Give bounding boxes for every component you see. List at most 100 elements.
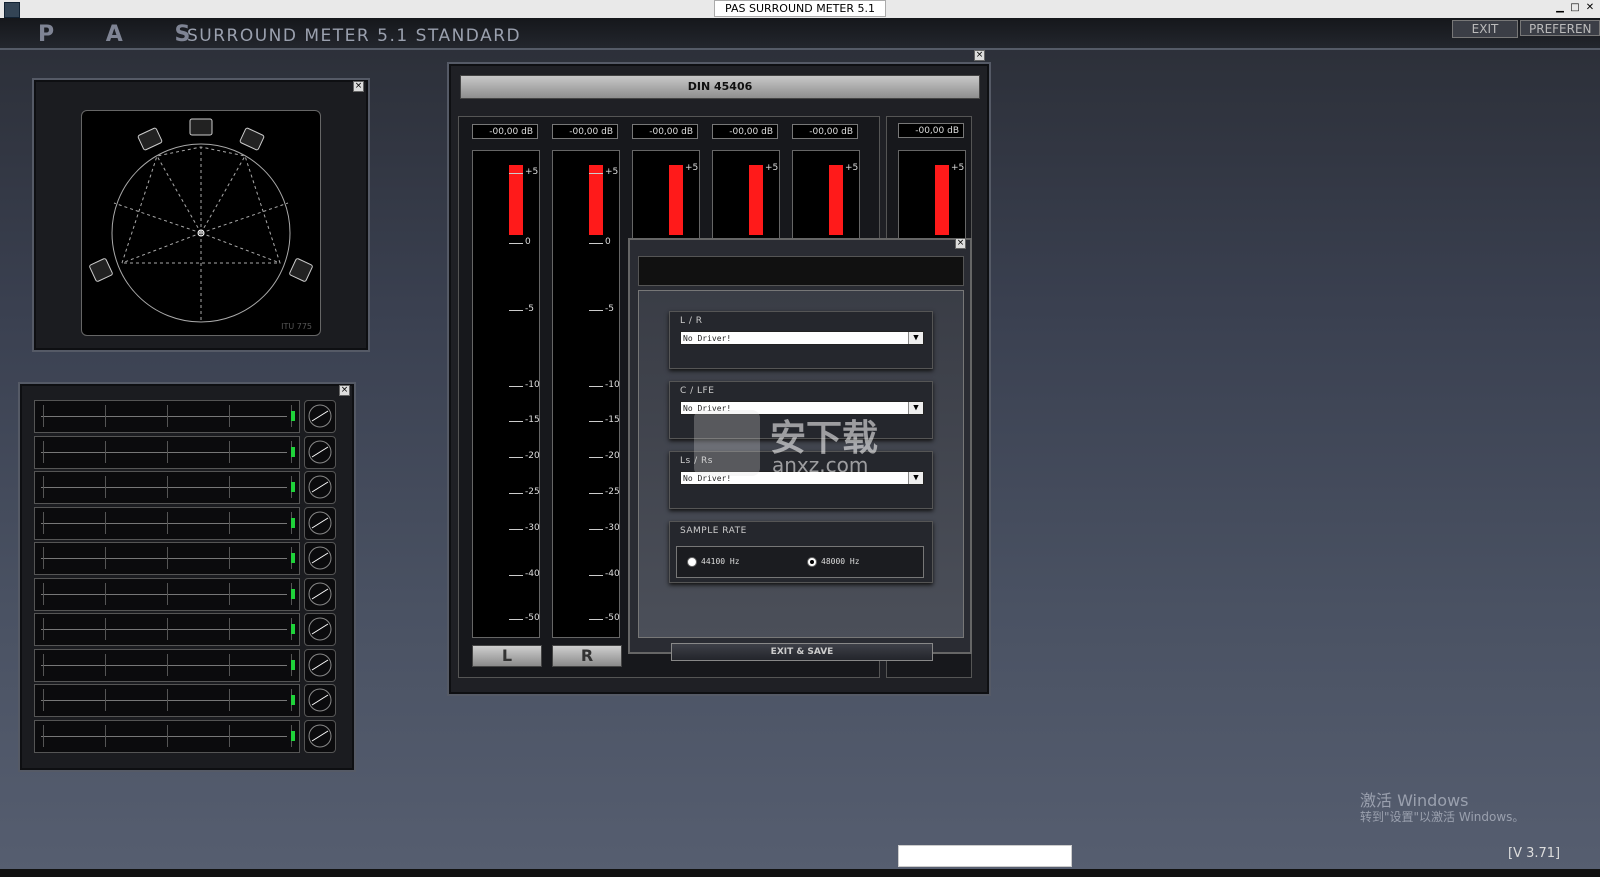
phase-meter-row: [34, 684, 300, 717]
watermark-sub: anxz.com: [772, 453, 868, 477]
phase-scale: [41, 487, 287, 488]
preferences-button[interactable]: PREFEREN: [1520, 20, 1600, 36]
phase-indicator: [291, 482, 295, 492]
phase-pair-icon[interactable]: [304, 400, 336, 433]
phase-indicator: [291, 446, 295, 457]
scale-mark: [509, 421, 523, 422]
speaker-layout-display: ITU 775: [81, 110, 321, 336]
phase-tick: [167, 724, 168, 747]
phase-scale: [41, 735, 287, 737]
phase-tick: [229, 511, 230, 534]
scale-label: +5: [765, 163, 779, 173]
phase-tick: [43, 476, 44, 498]
minimize-icon[interactable]: ▁: [1554, 2, 1566, 14]
phase-meter-row: [34, 613, 300, 646]
level-bar: [669, 165, 683, 235]
phase-pair-icon[interactable]: [304, 719, 336, 753]
phase-pair-icon[interactable]: [304, 506, 336, 540]
scale-label: -50: [525, 613, 540, 623]
exit-save-button[interactable]: EXIT & SAVE: [671, 643, 933, 661]
phase-tick: [105, 724, 106, 747]
phase-tick: [105, 547, 106, 569]
exit-button[interactable]: EXIT: [1452, 20, 1518, 38]
level-readout: -00,00 dB: [898, 123, 964, 138]
scale-mark: [509, 386, 523, 387]
phase-indicator: [291, 553, 295, 563]
close-icon[interactable]: ×: [353, 81, 364, 92]
phase-tick: [105, 618, 106, 640]
phase-tick: [43, 511, 44, 534]
phase-tick: [43, 689, 44, 711]
scale-label: 0: [525, 237, 531, 247]
lr-driver-select[interactable]: No Driver! ▼: [680, 331, 924, 345]
scale-mark: [509, 243, 523, 244]
window-title: PAS SURROUND METER 5.1: [714, 0, 886, 17]
phase-pair-icon[interactable]: [304, 577, 336, 611]
phase-tick: [229, 582, 230, 605]
scale-label: -25: [525, 487, 540, 497]
taskbar: [0, 869, 1600, 877]
phase-tick: [167, 582, 168, 605]
scale-label: -5: [605, 304, 614, 314]
scale-mark: [509, 457, 523, 458]
phase-tick: [229, 440, 230, 463]
scale-mark: [509, 173, 523, 174]
radio-44100[interactable]: [687, 557, 697, 567]
phase-scale: [41, 451, 287, 453]
maximize-icon[interactable]: □: [1569, 2, 1581, 14]
scale-label: -40: [525, 569, 540, 579]
phase-meter-row: [34, 435, 300, 469]
close-icon[interactable]: ×: [974, 50, 985, 61]
level-readout: -00,00 dB: [632, 124, 698, 139]
level-meter: +5: [792, 150, 860, 242]
phase-pair-icon[interactable]: [304, 471, 336, 504]
phase-tick: [229, 653, 230, 676]
channel-button-l[interactable]: L: [472, 645, 542, 667]
close-icon[interactable]: ×: [339, 385, 350, 396]
chevron-down-icon[interactable]: ▼: [908, 332, 923, 344]
close-icon[interactable]: ×: [955, 238, 966, 249]
level-readout: -00,00 dB: [712, 124, 778, 139]
level-meter: +5: [632, 150, 700, 242]
scale-mark: [589, 386, 603, 387]
phase-tick: [43, 582, 44, 605]
level-meter: +5: [712, 150, 780, 242]
scale-label: -25: [605, 487, 620, 497]
phase-pair-icon[interactable]: [304, 435, 336, 469]
group-label: L / R: [680, 316, 703, 326]
phase-tick: [43, 618, 44, 640]
phase-pair-icon[interactable]: [304, 684, 336, 717]
scale-label: -50: [605, 613, 620, 623]
scale-label: -15: [605, 415, 620, 425]
scale-mark: [589, 619, 603, 620]
scale-label: +5: [605, 167, 619, 177]
phase-indicator: [291, 695, 295, 705]
phase-indicator: [291, 517, 295, 528]
phase-tick: [167, 653, 168, 676]
phase-correlation-panel: ×: [18, 382, 356, 772]
ime-toolbar[interactable]: [898, 845, 1072, 867]
close-icon[interactable]: ✕: [1584, 2, 1596, 14]
phase-indicator: [291, 624, 295, 634]
watermark-logo: 安下载 anxz.com: [694, 410, 914, 480]
scale-label: -20: [525, 451, 540, 461]
phase-tick: [167, 476, 168, 498]
group-lr: L / R No Driver! ▼: [669, 311, 933, 369]
standard-selector[interactable]: DIN 45406: [460, 75, 980, 99]
phase-meter-row: [34, 577, 300, 611]
level-bar: [829, 165, 843, 235]
phase-tick: [43, 440, 44, 463]
channel-button-r[interactable]: R: [552, 645, 622, 667]
speaker-layout-panel: × ITU 775: [32, 78, 370, 352]
phase-tick: [167, 511, 168, 534]
title-bar: PAS SURROUND METER 5.1 ▁ □ ✕: [0, 0, 1600, 19]
phase-pair-icon[interactable]: [304, 613, 336, 646]
scale-label: -15: [525, 415, 540, 425]
scale-mark: [589, 457, 603, 458]
phase-tick: [105, 582, 106, 605]
radio-48000[interactable]: [807, 557, 817, 567]
phase-pair-icon[interactable]: [304, 542, 336, 575]
phase-pair-icon[interactable]: [304, 648, 336, 682]
scale-label: -10: [605, 380, 620, 390]
scale-mark: [589, 173, 603, 174]
